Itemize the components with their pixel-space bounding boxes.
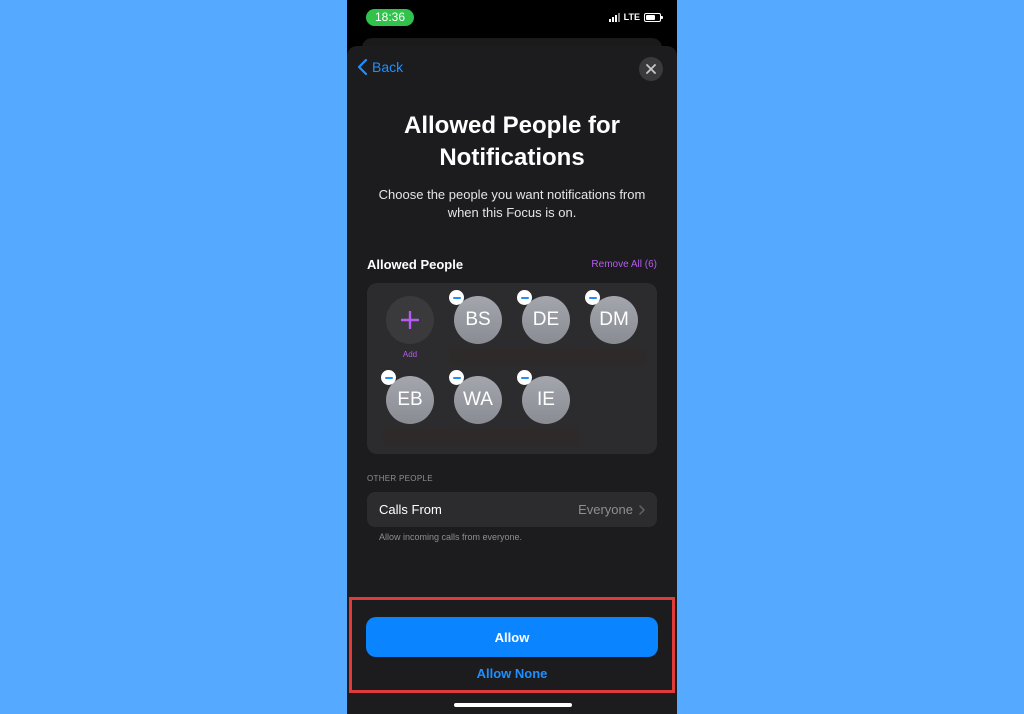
signal-icon <box>608 12 620 22</box>
close-button[interactable] <box>639 57 663 81</box>
page-subtitle: Choose the people you want notifications… <box>378 187 646 220</box>
status-bar: 18:36 LTE <box>347 0 677 40</box>
allowed-people-title: Allowed People <box>367 257 464 272</box>
minus-icon <box>588 296 597 299</box>
page-title: Allowed People for Notifications <box>403 112 621 171</box>
remove-person-button[interactable] <box>381 370 396 385</box>
allow-button[interactable]: Allow <box>366 617 658 657</box>
calls-from-note: Allow incoming calls from everyone. <box>379 532 523 542</box>
add-label: Add <box>402 350 418 359</box>
person-de[interactable]: DE <box>517 290 570 344</box>
remove-person-button[interactable] <box>517 370 532 385</box>
person-bs[interactable]: BS <box>449 290 502 344</box>
minus-icon <box>452 376 461 379</box>
home-indicator[interactable] <box>454 703 572 707</box>
status-time: 18:36 <box>366 9 414 26</box>
remove-person-button[interactable] <box>517 290 532 305</box>
add-person[interactable]: Add <box>386 296 434 359</box>
close-icon <box>646 64 656 74</box>
calls-from-label: Calls From <box>379 502 442 517</box>
person-dm[interactable]: DM <box>585 290 638 344</box>
minus-icon <box>520 376 529 379</box>
minus-icon <box>520 296 529 299</box>
add-button[interactable] <box>386 296 434 344</box>
allowed-people-header: Allowed People Remove All (6) <box>367 257 657 272</box>
calls-from-value-wrap: Everyone <box>578 502 645 517</box>
network-label: LTE <box>623 12 640 22</box>
person-eb[interactable]: EB <box>381 370 434 424</box>
focus-sheet: Back Allowed People for Notifications Ch… <box>347 46 677 714</box>
calls-from-row[interactable]: Calls From Everyone <box>367 492 657 527</box>
allow-none-button[interactable]: Allow None <box>347 666 677 681</box>
chevron-right-icon <box>639 504 645 515</box>
person-ie[interactable]: IE <box>517 370 570 424</box>
chevron-left-icon <box>357 59 368 75</box>
remove-person-button[interactable] <box>449 370 464 385</box>
names-redacted <box>383 428 579 446</box>
back-button[interactable]: Back <box>357 59 403 75</box>
minus-icon <box>384 376 393 379</box>
remove-all-button[interactable]: Remove All (6) <box>591 259 657 270</box>
allowed-people-grid: Add BS DE DM EB WA IE <box>367 283 657 454</box>
remove-person-button[interactable] <box>449 290 464 305</box>
person-wa[interactable]: WA <box>449 370 502 424</box>
plus-icon <box>401 311 419 329</box>
back-label: Back <box>372 59 404 75</box>
names-redacted <box>450 348 646 366</box>
phone-screen: 18:36 LTE Back Allowed People for Notifi… <box>347 0 677 714</box>
battery-icon <box>644 12 663 22</box>
remove-person-button[interactable] <box>585 290 600 305</box>
calls-from-value: Everyone <box>578 502 633 517</box>
other-people-label: OTHER PEOPLE <box>367 474 433 483</box>
minus-icon <box>452 296 461 299</box>
status-indicators: LTE <box>608 12 663 22</box>
